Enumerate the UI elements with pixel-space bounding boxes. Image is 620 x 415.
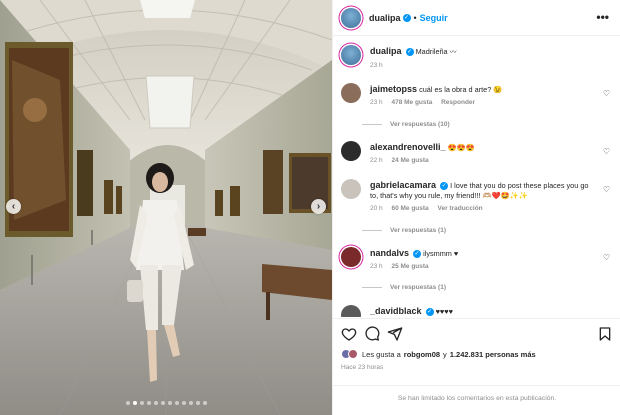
verified-badge-icon: ✓ (425, 308, 434, 317)
verified-badge-icon: ✓ (413, 250, 422, 259)
share-icon[interactable] (387, 326, 403, 342)
heart-icon[interactable]: ♡ (603, 89, 610, 98)
comment-username[interactable]: nandalvs (370, 248, 409, 258)
carousel-dot (167, 401, 172, 405)
carousel-dot (181, 401, 186, 405)
carousel-dot (125, 401, 130, 405)
commenter-avatar[interactable] (341, 141, 361, 161)
comment-time: 23 h (370, 99, 383, 106)
view-replies-button[interactable]: Ver respuestas (1) (362, 284, 446, 291)
action-bar (333, 318, 620, 348)
likes-prefix: Les gusta a (362, 349, 401, 359)
carousel-dot (160, 401, 165, 405)
separator-dot: • (413, 12, 417, 23)
likes-summary[interactable]: Les gusta a robgom08 y 1.242.831 persona… (341, 349, 536, 359)
wave-emoji-icon: 〰 (449, 49, 457, 56)
post-image[interactable]: ‹ › (0, 0, 332, 415)
liker-avatar (348, 349, 358, 359)
comment-username[interactable]: gabrielacamara (370, 180, 436, 190)
carousel-dot (188, 401, 193, 405)
comment-time: 23 h (370, 263, 383, 270)
carousel-dot (153, 401, 158, 405)
author-avatar[interactable] (341, 45, 361, 65)
carousel-prev-button[interactable]: ‹ (6, 199, 21, 214)
carousel-next-button[interactable]: › (311, 199, 326, 214)
carousel-dot (174, 401, 179, 405)
comment-likes[interactable]: 478 Me gusta (391, 99, 432, 106)
carousel-dot (146, 401, 151, 405)
comment-username[interactable]: jaimetopss (370, 84, 417, 94)
comment-likes[interactable]: 25 Me gusta (391, 263, 428, 270)
comment-time: 20 h (370, 205, 383, 212)
carousel-dot (195, 401, 200, 405)
divider (362, 287, 382, 288)
author-avatar[interactable] (341, 7, 361, 28)
heart-icon[interactable]: ♡ (603, 253, 610, 262)
heart-icon[interactable]: ♡ (603, 185, 610, 194)
caption-username[interactable]: dualipa (370, 46, 402, 56)
translate-link[interactable]: Ver traducción (438, 205, 483, 212)
verified-badge-icon: ✓ (402, 13, 411, 22)
author-username[interactable]: dualipa (369, 13, 401, 23)
more-options-icon[interactable]: ••• (596, 10, 609, 24)
museum-gallery-photo (0, 0, 332, 415)
heart-icon[interactable]: ♡ (603, 147, 610, 156)
view-replies-label[interactable]: Ver respuestas (10) (390, 121, 450, 128)
view-replies-button[interactable]: Ver respuestas (10) (362, 121, 450, 128)
caption-time: 23 h (370, 62, 383, 69)
carousel-dot (132, 401, 137, 405)
carousel-dots (0, 401, 332, 405)
comment-likes[interactable]: 24 Me gusta (391, 157, 428, 164)
comments-limited-notice: Se han limitado los comentarios en esta … (333, 385, 620, 415)
commenter-avatar[interactable] (341, 305, 361, 317)
view-replies-button[interactable]: Ver respuestas (1) (362, 227, 446, 234)
caption-text: Madrileña (415, 47, 448, 56)
verified-badge-icon: ✓ (440, 182, 449, 191)
comment-text: 😍😍😍 (447, 143, 475, 152)
commenter-avatar[interactable] (341, 179, 361, 199)
heart-icon[interactable] (341, 326, 357, 342)
verified-badge-icon: ✓ (405, 48, 414, 57)
view-replies-label[interactable]: Ver respuestas (1) (390, 227, 446, 234)
comment-username[interactable]: _davidblack (370, 306, 422, 316)
likes-user[interactable]: robgom08 (404, 350, 440, 359)
comment-text: cuál es la obra d arte? 😉 (419, 85, 503, 94)
likes-count[interactable]: 1.242.831 personas más (450, 350, 536, 359)
comment-text: ♥♥♥♥ (435, 307, 453, 316)
comment-username[interactable]: alexandrenovelli_ (370, 142, 446, 152)
reply-button[interactable]: Responder (441, 99, 475, 106)
carousel-dot (139, 401, 144, 405)
post-header: dualipa ✓ • Seguir ••• (333, 0, 620, 36)
comment-text: ilysmmm ♥ (423, 249, 459, 258)
commenter-avatar[interactable] (341, 247, 361, 267)
divider (362, 124, 382, 125)
comments-list[interactable]: dualipa ✓ Madrileña 〰 23 h jaimetopss cu… (333, 37, 620, 317)
bookmark-icon[interactable] (597, 326, 613, 342)
comment-likes[interactable]: 60 Me gusta (391, 205, 428, 212)
comment-time: 22 h (370, 157, 383, 164)
divider (362, 230, 382, 231)
post-timestamp: Hace 23 horas (341, 364, 384, 371)
likes-connector: y (443, 349, 447, 359)
commenter-avatar[interactable] (341, 83, 361, 103)
follow-button[interactable]: Seguir (420, 13, 448, 23)
view-replies-label[interactable]: Ver respuestas (1) (390, 284, 446, 291)
carousel-dot (202, 401, 207, 405)
post-side-panel: dualipa ✓ • Seguir ••• dualipa ✓ Madrile… (332, 0, 620, 415)
comment-icon[interactable] (364, 326, 380, 342)
